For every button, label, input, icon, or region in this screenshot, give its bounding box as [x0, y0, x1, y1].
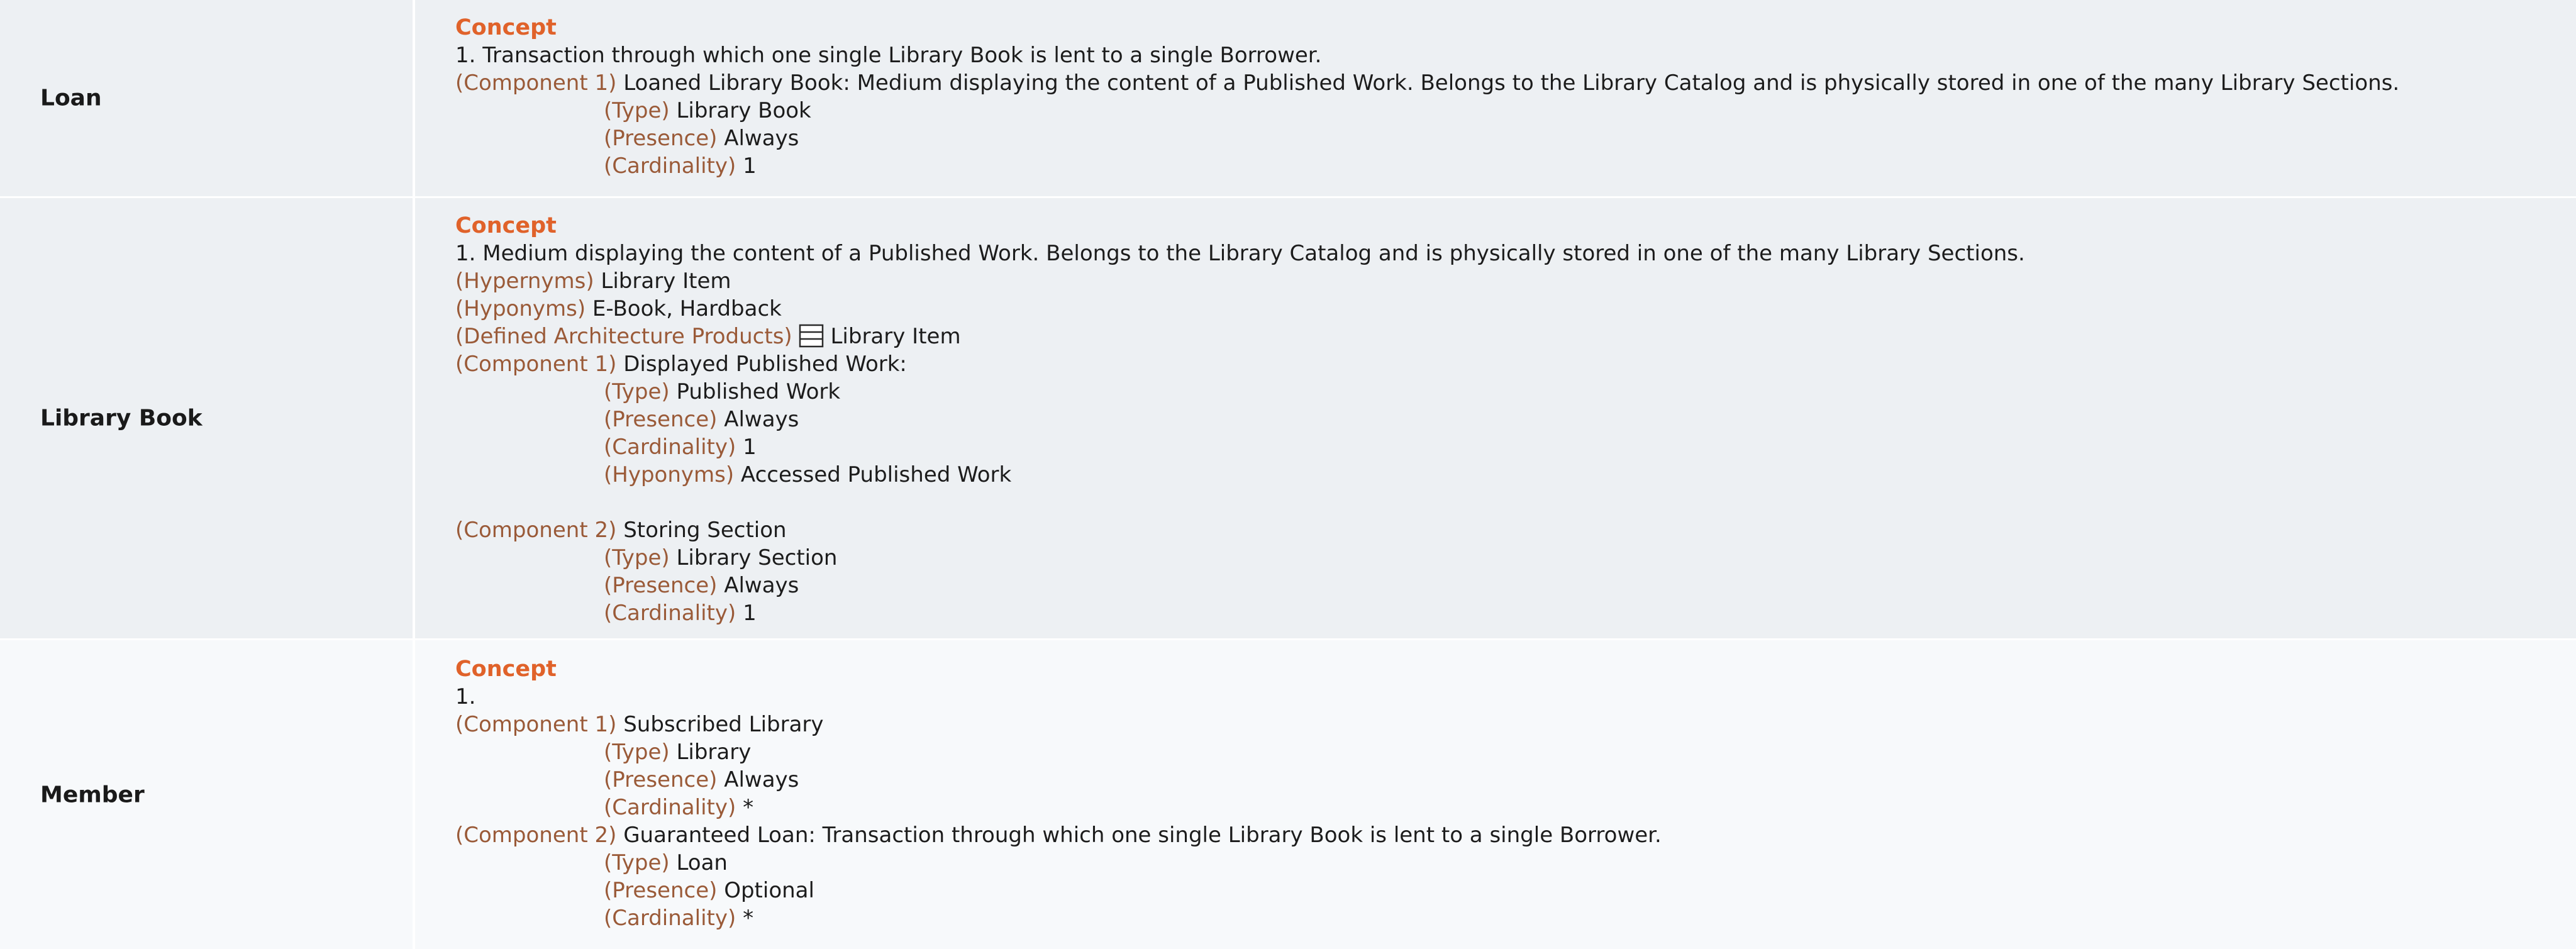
cardinality-label: (Cardinality) — [604, 153, 736, 179]
glossary-row-loan: Loan Concept 1. Transaction through whic… — [0, 0, 2576, 198]
hypernyms-label: (Hypernyms) — [455, 269, 594, 294]
term-cell: Library Book — [0, 198, 415, 638]
presence-value: Always — [724, 126, 799, 151]
concept-definition: 1. Medium displaying the content of a Pu… — [455, 241, 2025, 266]
cardinality-value: * — [743, 795, 754, 820]
presence-value: Always — [724, 573, 799, 598]
table-icon — [799, 324, 824, 348]
hyponyms-value: E-Book, Hardback — [592, 296, 782, 321]
cardinality-label: (Cardinality) — [604, 435, 736, 460]
products-label: (Defined Architecture Products) — [455, 324, 792, 349]
type-value: Loan — [676, 850, 728, 875]
definition-cell: Concept 1. Transaction through which one… — [455, 0, 2576, 196]
concept-heading: Concept — [455, 213, 557, 238]
product-link[interactable]: Library Item — [830, 324, 960, 349]
hypernyms-value: Library Item — [601, 269, 731, 294]
definition-cell: Concept 1. Medium displaying the content… — [455, 198, 2576, 638]
type-value: Library Book — [676, 98, 811, 123]
type-label: (Type) — [604, 740, 670, 765]
cardinality-value: 1 — [743, 153, 757, 179]
glossary-row-member: Member Concept 1. (Component 1) Subscrib… — [0, 640, 2576, 949]
concept-definition: 1. — [455, 684, 476, 709]
term-cell: Member — [0, 640, 415, 949]
component-label: (Component 2) — [455, 823, 617, 848]
type-value: Library Section — [676, 545, 838, 570]
cardinality-value: 1 — [743, 601, 757, 626]
type-label: (Type) — [604, 379, 670, 404]
cardinality-value: 1 — [743, 435, 757, 460]
presence-value: Always — [724, 767, 799, 792]
cardinality-label: (Cardinality) — [604, 601, 736, 626]
glossary-table: Loan Concept 1. Transaction through whic… — [0, 0, 2576, 949]
hyponyms-label: (Hyponyms) — [455, 296, 586, 321]
cardinality-label: (Cardinality) — [604, 795, 736, 820]
component-value: Guaranteed Loan: Transaction through whi… — [623, 823, 1662, 848]
component-value: Loaned Library Book: Medium displaying t… — [623, 70, 2400, 96]
presence-label: (Presence) — [604, 126, 718, 151]
term-name: Member — [40, 782, 145, 807]
hyponyms-value: Accessed Published Work — [740, 462, 1012, 487]
component-value: Storing Section — [623, 518, 787, 543]
type-label: (Type) — [604, 850, 670, 875]
component-label: (Component 2) — [455, 518, 617, 543]
definition-cell: Concept 1. (Component 1) Subscribed Libr… — [455, 640, 2576, 949]
type-value: Library — [676, 740, 752, 765]
term-cell: Loan — [0, 0, 415, 196]
glossary-row-library-book: Library Book Concept 1. Medium displayin… — [0, 198, 2576, 640]
hyponyms-label: (Hyponyms) — [604, 462, 735, 487]
cardinality-value: * — [743, 906, 754, 931]
type-label: (Type) — [604, 98, 670, 123]
component-label: (Component 1) — [455, 712, 617, 737]
concept-heading: Concept — [455, 657, 557, 682]
concept-heading: Concept — [455, 15, 557, 40]
presence-label: (Presence) — [604, 878, 718, 903]
component-value: Subscribed Library — [623, 712, 824, 737]
term-name: Library Book — [40, 405, 203, 431]
component-label: (Component 1) — [455, 70, 617, 96]
component-value: Displayed Published Work: — [623, 352, 907, 377]
presence-value: Optional — [724, 878, 814, 903]
type-value: Published Work — [676, 379, 841, 404]
type-label: (Type) — [604, 545, 670, 570]
presence-label: (Presence) — [604, 767, 718, 792]
presence-label: (Presence) — [604, 573, 718, 598]
cardinality-label: (Cardinality) — [604, 906, 736, 931]
presence-label: (Presence) — [604, 407, 718, 432]
component-label: (Component 1) — [455, 352, 617, 377]
presence-value: Always — [724, 407, 799, 432]
concept-definition: 1. Transaction through which one single … — [455, 43, 1322, 68]
term-name: Loan — [40, 85, 102, 111]
